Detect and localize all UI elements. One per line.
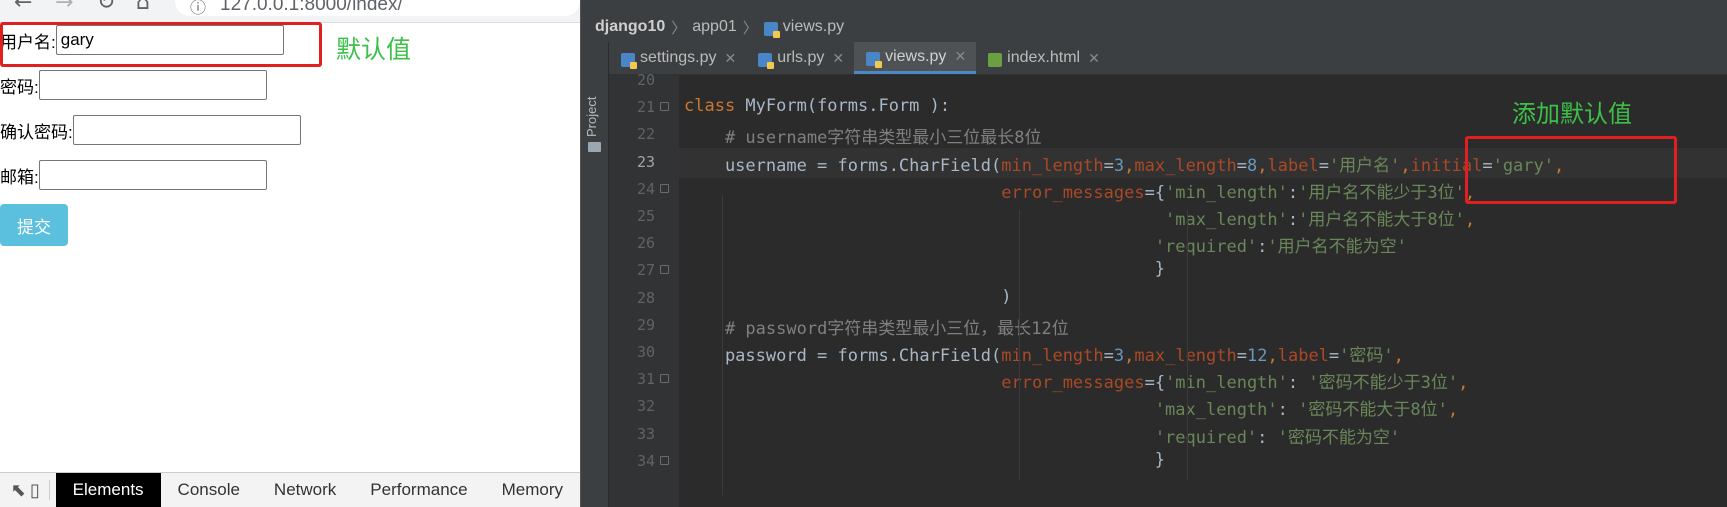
line-number: 26 bbox=[636, 234, 655, 253]
close-icon[interactable]: ✕ bbox=[724, 50, 736, 67]
line-number: 28 bbox=[636, 288, 655, 307]
code-line[interactable]: password = forms.CharField(min_length=3,… bbox=[684, 341, 1404, 366]
inspect-element-icon[interactable]: ⬉ bbox=[10, 480, 27, 501]
fold-marker-icon[interactable] bbox=[660, 183, 669, 193]
email-input[interactable] bbox=[38, 160, 267, 190]
code-line[interactable]: error_messages={'min_length': '密码不能少于3位'… bbox=[684, 368, 1468, 393]
tab-label: views.py bbox=[885, 47, 947, 65]
chevron-right-icon: 〉 bbox=[742, 19, 758, 37]
ide-window: django10 〉 app01 〉 views.py Project sett… bbox=[580, 0, 1727, 507]
ide-toolbar bbox=[581, 0, 1727, 12]
browser-window: ← → ↻ ⌂ ⓘ 127.0.0.1:8000/index/ 用户名: 密码:… bbox=[0, 0, 580, 507]
tab-label: urls.py bbox=[777, 49, 825, 66]
confirm-password-row: 确认密码: bbox=[0, 113, 301, 147]
code-line[interactable]: 'max_length': '密码不能大于8位', bbox=[684, 395, 1458, 420]
line-number: 33 bbox=[636, 424, 655, 443]
tab-settings-py[interactable]: settings.py ✕ bbox=[609, 42, 746, 74]
submit-button[interactable]: 提交 bbox=[0, 204, 68, 246]
code-line[interactable]: 'required': '密码不能为空' bbox=[684, 423, 1400, 448]
browser-toolbar: ← → ↻ ⌂ ⓘ 127.0.0.1:8000/index/ bbox=[0, 0, 580, 23]
annotation-add-default-value: 添加默认值 bbox=[1512, 100, 1632, 128]
code-line[interactable]: } bbox=[684, 450, 1165, 470]
devtools-tabbar: ⬉ ▯ Elements Console Network Performance… bbox=[0, 472, 580, 507]
code-line[interactable]: 'required':'用户名不能为空' bbox=[684, 232, 1407, 257]
line-number: 24 bbox=[636, 179, 655, 198]
chevron-right-icon: 〉 bbox=[671, 19, 687, 37]
fold-marker-icon[interactable] bbox=[660, 374, 669, 384]
fold-marker-icon[interactable] bbox=[660, 455, 669, 465]
html-file-icon bbox=[988, 53, 1003, 67]
close-icon[interactable]: ✕ bbox=[832, 50, 844, 67]
reload-icon[interactable]: ↻ bbox=[97, 0, 115, 15]
code-line[interactable]: # username字符串类型最小三位最长8位 bbox=[684, 123, 1042, 148]
editor-tabbar: settings.py ✕ urls.py ✕ views.py ✕ index… bbox=[609, 42, 1727, 75]
devtools-tab-network[interactable]: Network bbox=[257, 473, 353, 507]
devtools-tab-console[interactable]: Console bbox=[161, 473, 257, 507]
project-side-panel[interactable]: Project bbox=[581, 42, 609, 507]
devtools-tab-performance[interactable]: Performance bbox=[353, 473, 484, 507]
line-number-gutter: 20 21 22 23 24 25 26 27 28 29 30 31 32 33 34 bbox=[609, 71, 679, 507]
device-toolbar-icon[interactable]: ▯ bbox=[27, 480, 44, 501]
python-file-icon bbox=[866, 51, 883, 68]
breadcrumb-file[interactable]: views.py bbox=[783, 18, 844, 36]
line-number: 31 bbox=[636, 370, 655, 389]
folder-icon[interactable] bbox=[588, 142, 601, 152]
breadcrumb-app[interactable]: app01 bbox=[692, 18, 737, 36]
python-file-icon bbox=[758, 53, 775, 69]
devtools-tab-memory[interactable]: Memory bbox=[485, 473, 580, 507]
line-number: 27 bbox=[636, 261, 655, 280]
code-line[interactable]: } bbox=[684, 259, 1165, 279]
confirm-password-label: 确认密码: bbox=[0, 122, 73, 142]
close-icon[interactable]: ✕ bbox=[954, 48, 966, 65]
highlight-box bbox=[0, 22, 322, 67]
tab-urls-py[interactable]: urls.py ✕ bbox=[746, 42, 854, 74]
password-label: 密码: bbox=[0, 77, 39, 97]
password-row: 密码: bbox=[0, 68, 267, 102]
line-number: 25 bbox=[636, 207, 655, 225]
code-line[interactable]: # password字符串类型最小三位，最长12位 bbox=[684, 314, 1069, 339]
line-number: 29 bbox=[636, 315, 655, 334]
fold-marker-icon[interactable] bbox=[660, 265, 669, 275]
line-number: 21 bbox=[636, 98, 655, 117]
tab-label: settings.py bbox=[640, 49, 717, 66]
password-input[interactable] bbox=[38, 70, 267, 100]
devtools-tab-elements[interactable]: Elements bbox=[55, 473, 161, 507]
python-file-icon bbox=[763, 22, 780, 38]
breadcrumb: django10 〉 app01 〉 views.py bbox=[581, 12, 1727, 42]
code-line[interactable]: ) bbox=[684, 287, 1011, 307]
url-text[interactable]: 127.0.0.1:8000/index/ bbox=[220, 0, 403, 16]
line-number: 30 bbox=[636, 343, 655, 361]
code-line[interactable]: 'max_length':'用户名不能大于8位', bbox=[684, 205, 1475, 230]
indent-guide bbox=[1187, 210, 1188, 480]
line-number: 32 bbox=[636, 397, 655, 416]
email-row: 邮箱: bbox=[0, 158, 267, 192]
code-line[interactable]: error_messages={'min_length':'用户名不能少于3位'… bbox=[684, 178, 1475, 203]
divider bbox=[49, 480, 50, 500]
highlight-box bbox=[1465, 136, 1677, 204]
breadcrumb-project[interactable]: django10 bbox=[595, 18, 665, 36]
info-icon[interactable]: ⓘ bbox=[190, 0, 206, 18]
back-icon[interactable]: ← bbox=[14, 0, 32, 15]
confirm-password-input[interactable] bbox=[72, 115, 301, 145]
tab-views-py[interactable]: views.py ✕ bbox=[854, 42, 977, 74]
line-number: 23 bbox=[636, 152, 655, 171]
code-line[interactable]: username = forms.CharField(min_length=3,… bbox=[684, 151, 1564, 176]
python-file-icon bbox=[621, 53, 637, 69]
forward-icon[interactable]: → bbox=[55, 0, 73, 15]
home-icon[interactable]: ⌂ bbox=[136, 0, 150, 15]
annotation-default-value: 默认值 bbox=[336, 35, 412, 64]
tab-label: index.html bbox=[1007, 49, 1081, 66]
line-number: 22 bbox=[636, 125, 655, 144]
tab-index-html[interactable]: index.html ✕ bbox=[976, 42, 1110, 74]
fold-marker-icon[interactable] bbox=[660, 102, 669, 112]
code-line[interactable]: class MyForm(forms.Form ): bbox=[684, 96, 950, 116]
email-label: 邮箱: bbox=[0, 167, 39, 187]
project-panel-label[interactable]: Project bbox=[584, 97, 599, 137]
line-number: 20 bbox=[636, 71, 655, 89]
indent-guide bbox=[1019, 210, 1020, 480]
indent-guide bbox=[722, 195, 723, 495]
line-number: 34 bbox=[636, 451, 655, 470]
close-icon[interactable]: ✕ bbox=[1088, 50, 1100, 67]
